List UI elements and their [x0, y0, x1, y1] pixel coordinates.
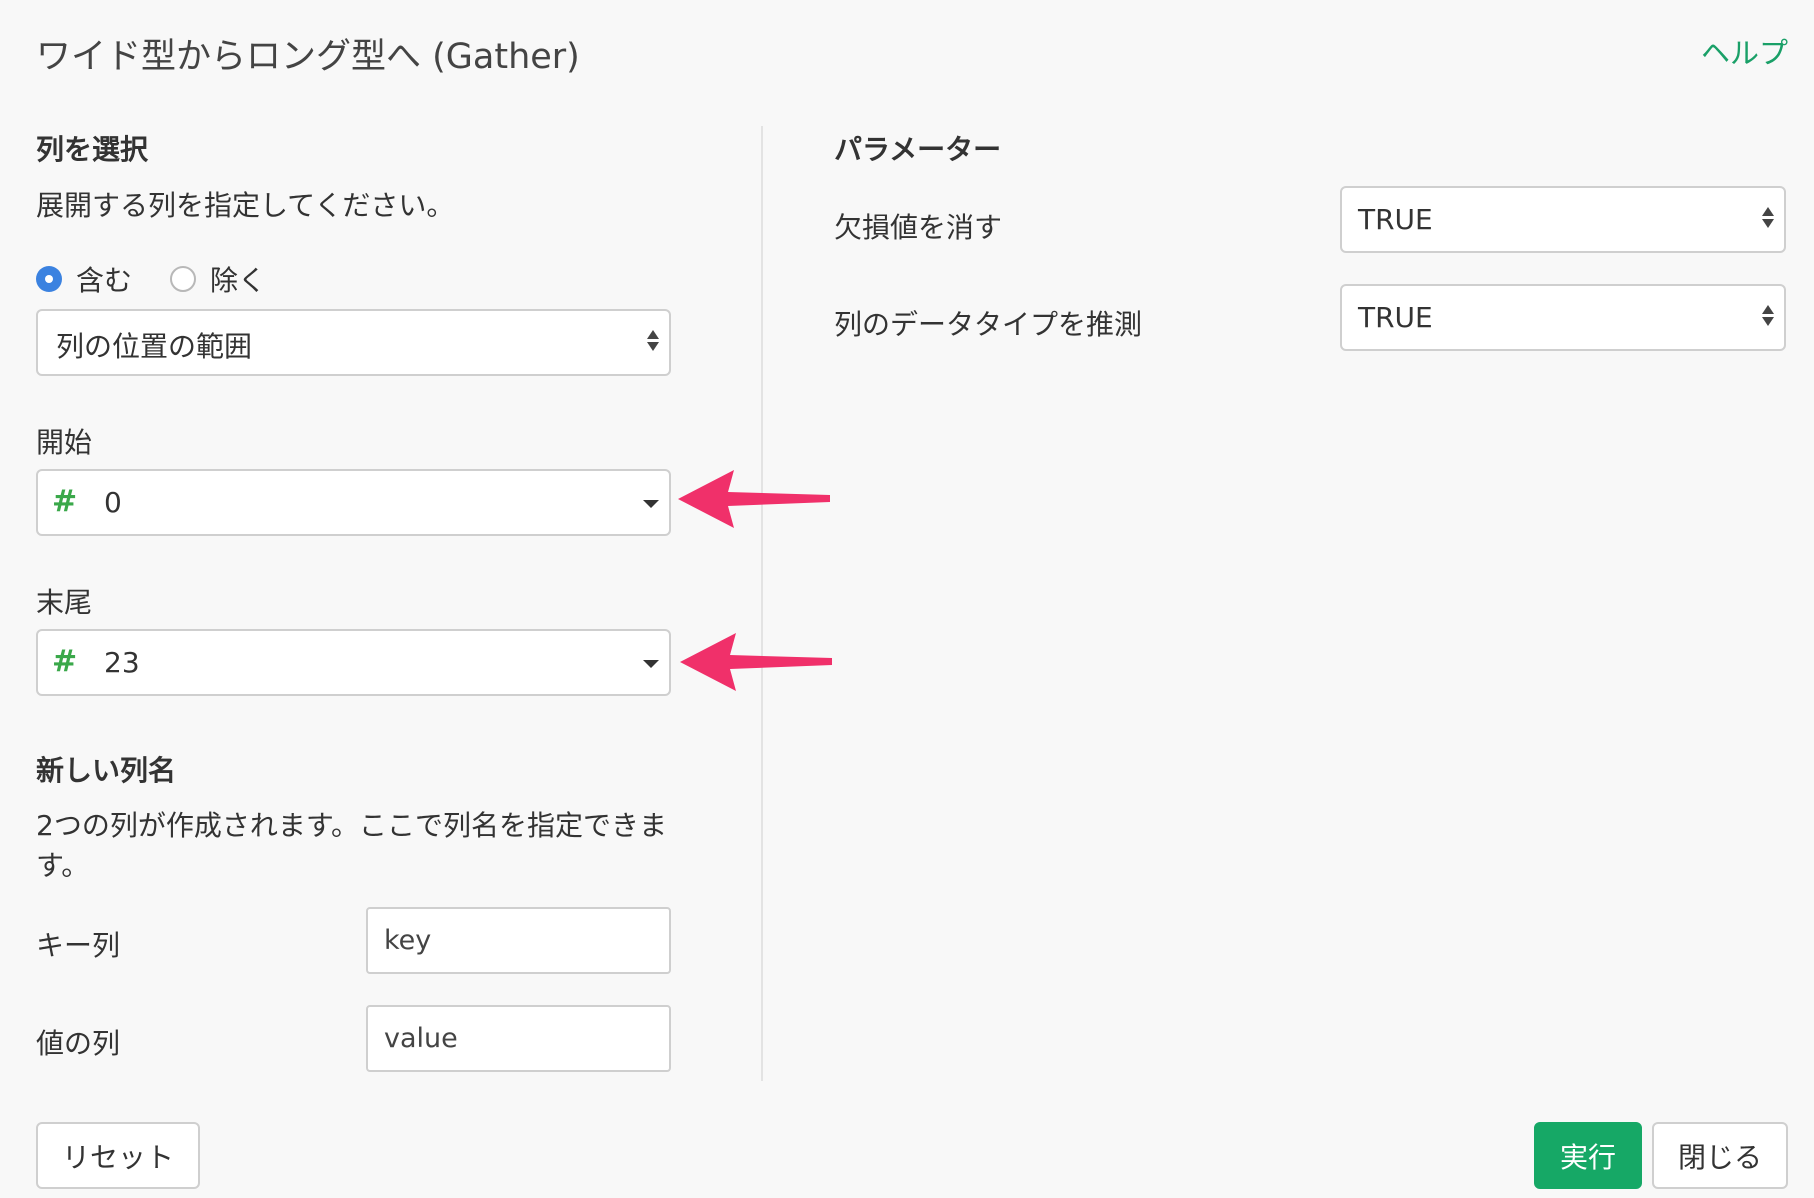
value-column-label: 値の列	[36, 1027, 121, 1060]
close-button[interactable]: 閉じる	[1652, 1122, 1788, 1189]
start-column-value: 0	[104, 486, 122, 519]
remove-missing-label: 欠損値を消す	[834, 211, 1003, 244]
key-column-label: キー列	[36, 929, 121, 962]
end-column-value: 23	[104, 646, 140, 679]
include-radio-label: 含む	[76, 264, 133, 297]
help-link[interactable]: ヘルプ	[1701, 30, 1788, 72]
end-column-select[interactable]: # 23	[36, 629, 671, 696]
updown-arrows-icon	[1762, 207, 1774, 228]
radio-unchecked-icon[interactable]	[170, 266, 197, 292]
remove-missing-select[interactable]: TRUE	[1340, 186, 1786, 253]
numeric-type-icon: #	[52, 644, 78, 679]
new-column-names-description: 2つの列が作成されます。ここで列名を指定できます。	[36, 809, 668, 882]
remove-missing-value: TRUE	[1358, 203, 1433, 236]
reset-button[interactable]: リセット	[36, 1122, 200, 1189]
guess-type-value: TRUE	[1358, 301, 1433, 334]
updown-arrows-icon	[647, 330, 659, 351]
end-callout-arrow-icon	[676, 629, 836, 695]
new-column-names-title: 新しい列名	[36, 754, 177, 787]
guess-type-label: 列のデータタイプを推測	[834, 308, 1143, 341]
select-columns-description: 展開する列を指定してください。	[36, 189, 455, 222]
numeric-type-icon: #	[52, 484, 78, 519]
start-label: 開始	[36, 426, 93, 459]
key-column-input[interactable]	[366, 907, 671, 974]
start-callout-arrow-icon	[674, 466, 834, 532]
chevron-down-icon	[643, 660, 659, 668]
updown-arrows-icon	[1762, 305, 1774, 326]
column-divider	[761, 126, 763, 1081]
start-column-select[interactable]: # 0	[36, 469, 671, 536]
run-button[interactable]: 実行	[1534, 1122, 1642, 1189]
guess-type-select[interactable]: TRUE	[1340, 284, 1786, 351]
end-label: 末尾	[36, 586, 93, 619]
dialog-title: ワイド型からロング型へ (Gather)	[36, 37, 580, 77]
exclude-radio-label: 除く	[210, 264, 267, 297]
column-mode-select[interactable]: 列の位置の範囲	[36, 309, 671, 376]
parameters-title: パラメーター	[834, 133, 1002, 166]
include-radio[interactable]: 含む	[36, 259, 132, 299]
value-column-input[interactable]	[366, 1005, 671, 1072]
select-columns-title: 列を選択	[36, 133, 149, 166]
column-mode-value: 列の位置の範囲	[56, 330, 253, 363]
include-exclude-radio-group: 含む 除く	[36, 259, 304, 299]
radio-checked-icon[interactable]	[36, 266, 62, 292]
exclude-radio[interactable]: 除く	[170, 259, 266, 299]
chevron-down-icon	[643, 500, 659, 508]
